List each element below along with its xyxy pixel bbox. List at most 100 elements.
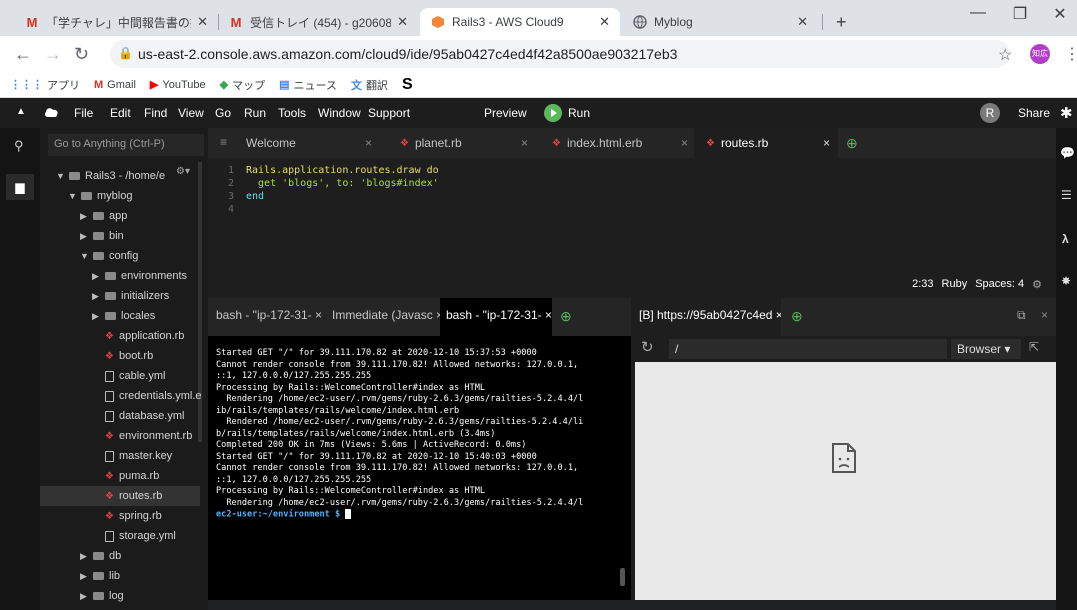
indent-setting[interactable]: Spaces: 4 [975,278,1024,291]
star-icon[interactable]: ☆ [998,45,1012,65]
close-icon[interactable]: × [823,136,830,150]
menu-find[interactable]: Find [144,106,167,120]
tab-index-html[interactable]: ❖ index.html.erb × [542,128,694,158]
tree-item[interactable]: credentials.yml.e [92,386,202,406]
profile-avatar[interactable]: 知広 [1030,44,1050,64]
terminal-tab-1[interactable]: bash - "ip-172-31- × [216,308,322,322]
bookmark-youtube[interactable]: ▶ YouTube [150,78,206,92]
user-avatar[interactable]: R [980,103,1000,123]
chevron-right-icon[interactable]: ▶ [80,591,88,602]
tree-item[interactable]: ▶ environments [92,266,187,286]
bookmark-maps[interactable]: ◆ マップ [220,77,265,93]
tree-item[interactable]: ❖ spring.rb [92,506,162,526]
tree-item[interactable]: ▼ myblog [68,186,132,206]
bookmark-translate[interactable]: 文翻訳 [351,77,388,93]
browser-tab-3[interactable]: Rails3 - AWS Cloud9 ✕ [420,8,620,36]
goto-anything-input[interactable]: Go to Anything (Ctrl-P) [48,134,204,156]
status-gear-icon[interactable]: ⚙ [1032,278,1042,291]
chevron-right-icon[interactable]: ▶ [80,211,88,222]
close-window-icon[interactable]: ✕ [1040,4,1077,24]
tree-item[interactable]: cable.yml [92,366,165,386]
browser-select[interactable]: Browser ▾ [951,339,1021,359]
chevron-right-icon[interactable]: ▶ [80,571,88,582]
close-icon[interactable]: ✕ [397,14,408,30]
close-icon[interactable]: ✕ [599,14,610,30]
open-external-icon[interactable]: ⇱ [1029,340,1039,354]
code-line[interactable]: Rails.application.routes.draw do [246,164,439,177]
menu-support[interactable]: Support [368,106,410,120]
tree-item[interactable]: ❖ routes.rb [40,486,200,506]
close-icon[interactable]: × [521,136,528,150]
preview-path-input[interactable]: / [669,339,947,359]
tree-item[interactable]: ▶ db [80,546,121,566]
chevron-right-icon[interactable]: ▶ [92,271,100,282]
preview-tab[interactable]: [B] https://95ab0427c4ed × [631,298,781,336]
share-button[interactable]: Share [1018,106,1050,120]
reload-icon[interactable]: ↻ [74,44,89,65]
run-play-icon[interactable] [544,104,562,122]
close-icon[interactable]: ✕ [797,14,808,30]
browser-tab-2[interactable]: M 受信トレイ (454) - g206084@hi-te ✕ [218,8,418,36]
tree-item[interactable]: ▶ initializers [92,286,169,306]
menu-window[interactable]: Window [318,106,361,120]
tree-item[interactable]: ▶ locales [92,306,155,326]
tree-item[interactable]: ▼ Rails3 - /home/e [56,166,165,186]
tree-item[interactable]: storage.yml [92,526,176,546]
chevron-right-icon[interactable]: ▶ [92,291,100,302]
language-mode[interactable]: Ruby [942,278,968,291]
address-bar[interactable]: 🔒 us-east-2.console.aws.amazon.com/cloud… [110,40,1010,68]
terminal-prompt[interactable]: ec2-user:~/environment $ [216,509,583,521]
tab-routes[interactable]: ❖ routes.rb × [694,128,838,158]
tree-item[interactable]: ▶ lib [80,566,120,586]
aws-lambda-icon[interactable]: λ [1062,232,1069,246]
menu-run[interactable]: Run [244,106,266,120]
tree-item[interactable]: ❖ boot.rb [92,346,153,366]
menu-go[interactable]: Go [215,106,231,120]
bookmark-news[interactable]: ▤ ニュース [279,77,337,93]
browser-tab-1[interactable]: M 「学チャレ」中間報告書の提出につい ✕ [14,8,218,36]
chevron-down-icon[interactable]: ▼ [68,191,77,201]
new-terminal-plus-icon[interactable]: ⊕ [560,308,572,325]
collaborate-icon[interactable]: 💬 [1060,146,1075,160]
bookmark-s[interactable]: S [402,76,413,94]
tree-settings-icon[interactable]: ⚙▾ [176,166,190,177]
menu-file[interactable]: File [74,106,93,120]
menu-view[interactable]: View [178,106,204,120]
preview-button[interactable]: Preview [484,106,527,120]
tree-item[interactable]: ▶ bin [80,226,124,246]
new-preview-plus-icon[interactable]: ⊕ [791,308,803,325]
forward-icon[interactable]: → [44,44,62,65]
chevron-right-icon[interactable]: ▶ [92,311,100,322]
run-button[interactable]: Run [568,106,590,120]
tree-item[interactable]: ❖ puma.rb [92,466,159,486]
menu-edit[interactable]: Edit [110,106,131,120]
terminal-tab-immediate[interactable]: Immediate (Javasc × [332,308,443,322]
close-icon[interactable]: × [365,136,372,150]
code-line[interactable]: get 'blogs', to: 'blogs#index' [246,177,439,190]
outline-icon[interactable]: ☰ [1061,188,1072,202]
terminal-scrollbar[interactable] [620,568,625,586]
chevron-right-icon[interactable]: ▶ [80,231,88,242]
new-tab-button[interactable]: + [826,8,854,36]
code-line[interactable]: end [246,190,264,203]
tab-planet[interactable]: ❖ planet.rb × [386,128,542,158]
cursor-position[interactable]: 2:33 [912,278,933,291]
tree-item[interactable]: ❖ application.rb [92,326,184,346]
minimize-icon[interactable]: — [958,4,998,22]
tree-item[interactable]: ❖ environment.rb [92,426,192,446]
menu-icon[interactable]: ⋮ [1064,44,1077,64]
settings-gear-icon[interactable]: ✱ [1060,104,1073,122]
tree-item[interactable]: database.yml [92,406,184,426]
chevron-down-icon[interactable]: ▼ [80,251,89,261]
tree-item[interactable]: ▶ app [80,206,127,226]
tree-item[interactable]: ▼ config [80,246,138,266]
bookmark-gmail[interactable]: M Gmail [94,79,136,91]
debugger-icon[interactable]: ✸ [1061,274,1071,288]
tab-welcome[interactable]: Welcome × [246,128,386,158]
menu-tools[interactable]: Tools [278,106,306,120]
terminal-tab-active[interactable]: bash - "ip-172-31- × [440,298,552,336]
new-tab-plus-icon[interactable]: ⊕ [846,135,858,152]
close-icon[interactable]: × [681,136,688,150]
terminal-output[interactable]: Started GET "/" for 39.111.170.82 at 202… [216,348,583,521]
browser-tab-4[interactable]: Myblog ✕ [622,8,818,36]
